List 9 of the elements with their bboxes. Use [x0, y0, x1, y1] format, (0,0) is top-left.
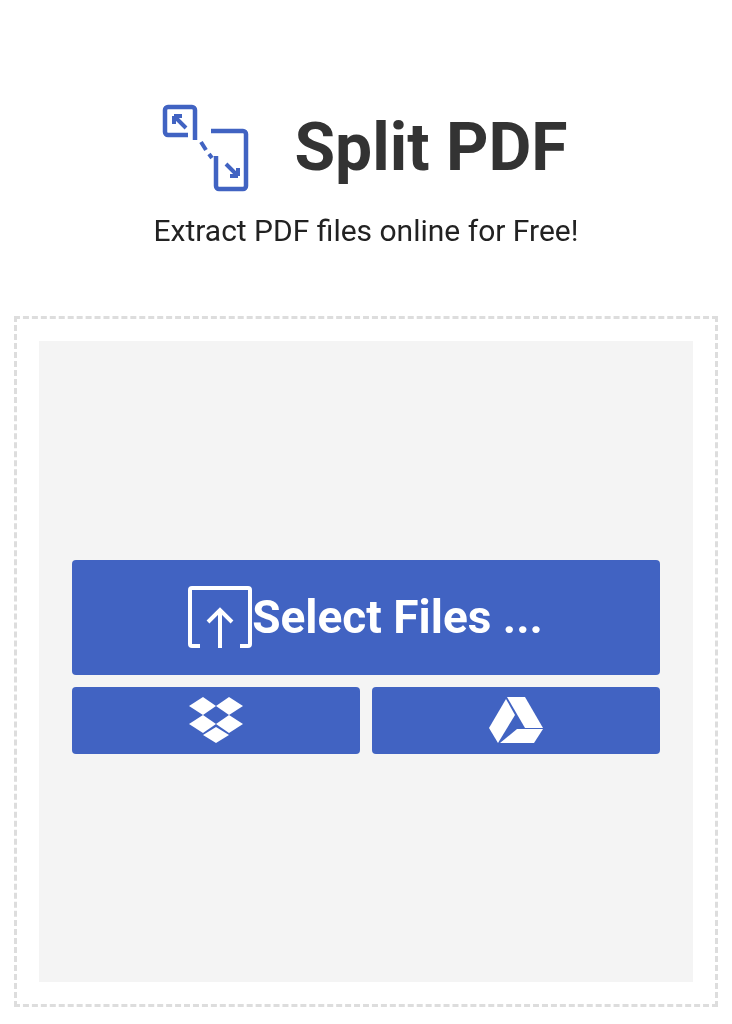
split-arrows-icon	[162, 104, 251, 192]
cloud-button[interactable]	[71, 686, 360, 754]
drop-zone[interactable]: Select Files ...	[13, 316, 718, 1007]
select-files-button[interactable]: Select Files ...	[71, 559, 660, 675]
upload-icon	[188, 586, 253, 648]
triangle-icon	[488, 697, 543, 743]
page-subtitle: Extract PDF files online for Free!	[153, 216, 579, 246]
diamonds-icon	[188, 697, 243, 743]
cloud-button[interactable]	[371, 686, 660, 754]
